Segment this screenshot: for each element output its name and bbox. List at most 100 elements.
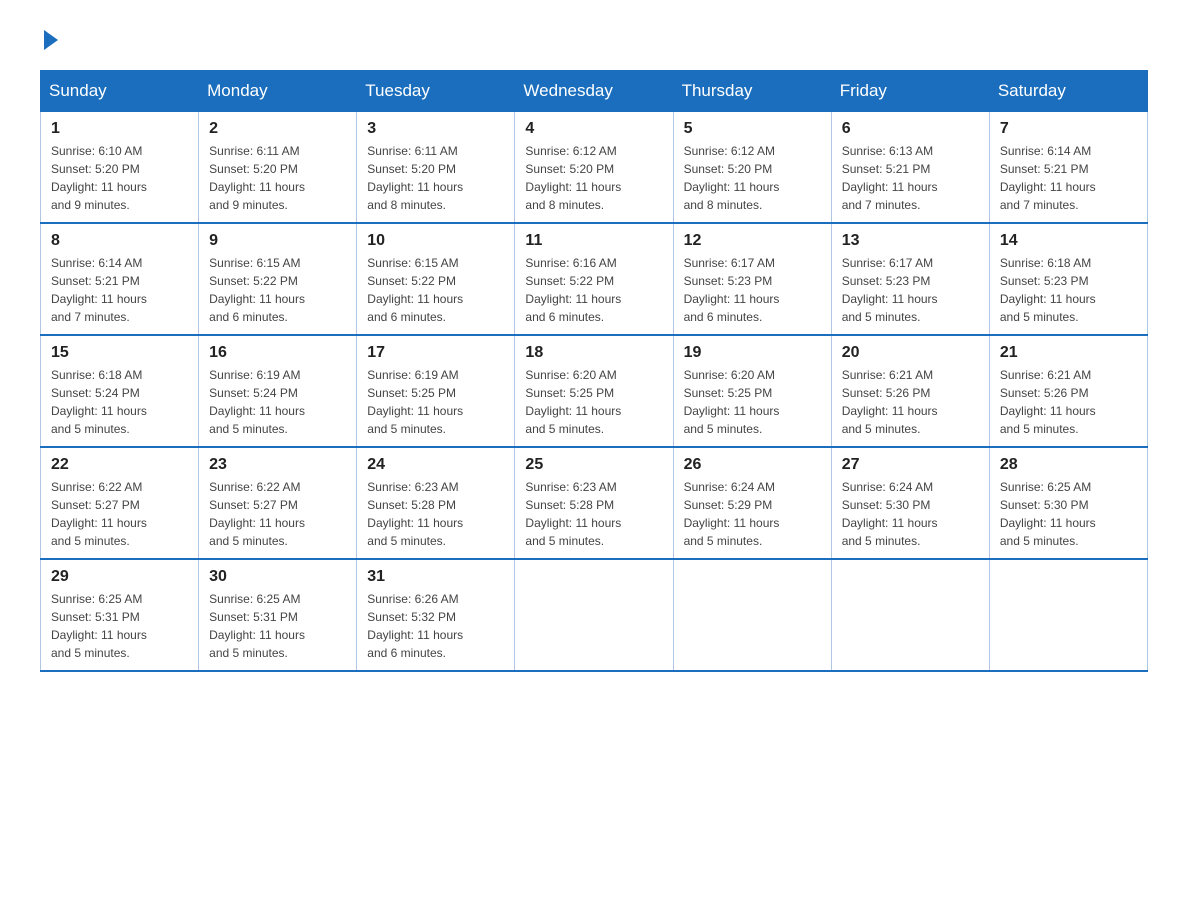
day-number: 21 (1000, 344, 1137, 362)
day-number: 12 (684, 232, 821, 250)
calendar-cell: 23 Sunrise: 6:22 AMSunset: 5:27 PMDaylig… (199, 447, 357, 559)
calendar-cell: 21 Sunrise: 6:21 AMSunset: 5:26 PMDaylig… (989, 335, 1147, 447)
calendar-cell (673, 559, 831, 671)
day-info: Sunrise: 6:22 AMSunset: 5:27 PMDaylight:… (51, 480, 147, 548)
calendar-table: SundayMondayTuesdayWednesdayThursdayFrid… (40, 70, 1148, 672)
day-info: Sunrise: 6:17 AMSunset: 5:23 PMDaylight:… (842, 256, 938, 324)
day-number: 19 (684, 344, 821, 362)
calendar-cell: 6 Sunrise: 6:13 AMSunset: 5:21 PMDayligh… (831, 112, 989, 224)
day-number: 16 (209, 344, 346, 362)
day-number: 9 (209, 232, 346, 250)
calendar-header-saturday: Saturday (989, 71, 1147, 112)
day-number: 4 (525, 120, 662, 138)
day-info: Sunrise: 6:18 AMSunset: 5:24 PMDaylight:… (51, 368, 147, 436)
day-number: 20 (842, 344, 979, 362)
calendar-cell: 28 Sunrise: 6:25 AMSunset: 5:30 PMDaylig… (989, 447, 1147, 559)
day-number: 13 (842, 232, 979, 250)
day-number: 6 (842, 120, 979, 138)
calendar-cell: 10 Sunrise: 6:15 AMSunset: 5:22 PMDaylig… (357, 223, 515, 335)
calendar-cell: 17 Sunrise: 6:19 AMSunset: 5:25 PMDaylig… (357, 335, 515, 447)
calendar-header-friday: Friday (831, 71, 989, 112)
calendar-cell: 8 Sunrise: 6:14 AMSunset: 5:21 PMDayligh… (41, 223, 199, 335)
day-info: Sunrise: 6:15 AMSunset: 5:22 PMDaylight:… (367, 256, 463, 324)
day-number: 15 (51, 344, 188, 362)
calendar-cell: 20 Sunrise: 6:21 AMSunset: 5:26 PMDaylig… (831, 335, 989, 447)
calendar-cell (989, 559, 1147, 671)
calendar-header-thursday: Thursday (673, 71, 831, 112)
day-info: Sunrise: 6:10 AMSunset: 5:20 PMDaylight:… (51, 144, 147, 212)
day-number: 24 (367, 456, 504, 474)
day-info: Sunrise: 6:19 AMSunset: 5:25 PMDaylight:… (367, 368, 463, 436)
calendar-cell: 7 Sunrise: 6:14 AMSunset: 5:21 PMDayligh… (989, 112, 1147, 224)
day-number: 14 (1000, 232, 1137, 250)
calendar-cell (831, 559, 989, 671)
day-info: Sunrise: 6:25 AMSunset: 5:31 PMDaylight:… (51, 592, 147, 660)
day-info: Sunrise: 6:17 AMSunset: 5:23 PMDaylight:… (684, 256, 780, 324)
calendar-cell: 3 Sunrise: 6:11 AMSunset: 5:20 PMDayligh… (357, 112, 515, 224)
day-info: Sunrise: 6:20 AMSunset: 5:25 PMDaylight:… (684, 368, 780, 436)
day-info: Sunrise: 6:21 AMSunset: 5:26 PMDaylight:… (842, 368, 938, 436)
day-info: Sunrise: 6:20 AMSunset: 5:25 PMDaylight:… (525, 368, 621, 436)
day-info: Sunrise: 6:25 AMSunset: 5:30 PMDaylight:… (1000, 480, 1096, 548)
day-info: Sunrise: 6:22 AMSunset: 5:27 PMDaylight:… (209, 480, 305, 548)
day-info: Sunrise: 6:16 AMSunset: 5:22 PMDaylight:… (525, 256, 621, 324)
day-number: 2 (209, 120, 346, 138)
calendar-cell: 14 Sunrise: 6:18 AMSunset: 5:23 PMDaylig… (989, 223, 1147, 335)
calendar-cell: 12 Sunrise: 6:17 AMSunset: 5:23 PMDaylig… (673, 223, 831, 335)
calendar-cell: 24 Sunrise: 6:23 AMSunset: 5:28 PMDaylig… (357, 447, 515, 559)
day-info: Sunrise: 6:12 AMSunset: 5:20 PMDaylight:… (525, 144, 621, 212)
day-info: Sunrise: 6:12 AMSunset: 5:20 PMDaylight:… (684, 144, 780, 212)
calendar-cell: 27 Sunrise: 6:24 AMSunset: 5:30 PMDaylig… (831, 447, 989, 559)
calendar-cell: 5 Sunrise: 6:12 AMSunset: 5:20 PMDayligh… (673, 112, 831, 224)
day-info: Sunrise: 6:11 AMSunset: 5:20 PMDaylight:… (209, 144, 305, 212)
calendar-week-row: 22 Sunrise: 6:22 AMSunset: 5:27 PMDaylig… (41, 447, 1148, 559)
calendar-cell: 4 Sunrise: 6:12 AMSunset: 5:20 PMDayligh… (515, 112, 673, 224)
day-info: Sunrise: 6:11 AMSunset: 5:20 PMDaylight:… (367, 144, 463, 212)
day-number: 3 (367, 120, 504, 138)
calendar-cell: 26 Sunrise: 6:24 AMSunset: 5:29 PMDaylig… (673, 447, 831, 559)
day-number: 25 (525, 456, 662, 474)
calendar-header-sunday: Sunday (41, 71, 199, 112)
day-number: 10 (367, 232, 504, 250)
page-header (40, 30, 1148, 50)
day-info: Sunrise: 6:13 AMSunset: 5:21 PMDaylight:… (842, 144, 938, 212)
calendar-cell: 9 Sunrise: 6:15 AMSunset: 5:22 PMDayligh… (199, 223, 357, 335)
calendar-header-wednesday: Wednesday (515, 71, 673, 112)
calendar-cell: 1 Sunrise: 6:10 AMSunset: 5:20 PMDayligh… (41, 112, 199, 224)
day-number: 8 (51, 232, 188, 250)
day-number: 29 (51, 568, 188, 586)
day-number: 5 (684, 120, 821, 138)
calendar-week-row: 8 Sunrise: 6:14 AMSunset: 5:21 PMDayligh… (41, 223, 1148, 335)
day-number: 23 (209, 456, 346, 474)
day-number: 26 (684, 456, 821, 474)
logo (40, 30, 58, 50)
calendar-cell: 22 Sunrise: 6:22 AMSunset: 5:27 PMDaylig… (41, 447, 199, 559)
calendar-cell: 16 Sunrise: 6:19 AMSunset: 5:24 PMDaylig… (199, 335, 357, 447)
day-number: 18 (525, 344, 662, 362)
calendar-cell: 15 Sunrise: 6:18 AMSunset: 5:24 PMDaylig… (41, 335, 199, 447)
day-info: Sunrise: 6:26 AMSunset: 5:32 PMDaylight:… (367, 592, 463, 660)
day-info: Sunrise: 6:14 AMSunset: 5:21 PMDaylight:… (1000, 144, 1096, 212)
day-number: 17 (367, 344, 504, 362)
calendar-cell: 13 Sunrise: 6:17 AMSunset: 5:23 PMDaylig… (831, 223, 989, 335)
day-info: Sunrise: 6:18 AMSunset: 5:23 PMDaylight:… (1000, 256, 1096, 324)
day-number: 1 (51, 120, 188, 138)
day-info: Sunrise: 6:24 AMSunset: 5:29 PMDaylight:… (684, 480, 780, 548)
calendar-cell: 29 Sunrise: 6:25 AMSunset: 5:31 PMDaylig… (41, 559, 199, 671)
calendar-week-row: 29 Sunrise: 6:25 AMSunset: 5:31 PMDaylig… (41, 559, 1148, 671)
day-info: Sunrise: 6:24 AMSunset: 5:30 PMDaylight:… (842, 480, 938, 548)
day-info: Sunrise: 6:23 AMSunset: 5:28 PMDaylight:… (367, 480, 463, 548)
calendar-header-row: SundayMondayTuesdayWednesdayThursdayFrid… (41, 71, 1148, 112)
day-info: Sunrise: 6:21 AMSunset: 5:26 PMDaylight:… (1000, 368, 1096, 436)
calendar-cell: 25 Sunrise: 6:23 AMSunset: 5:28 PMDaylig… (515, 447, 673, 559)
calendar-header-monday: Monday (199, 71, 357, 112)
day-number: 30 (209, 568, 346, 586)
day-number: 28 (1000, 456, 1137, 474)
day-info: Sunrise: 6:14 AMSunset: 5:21 PMDaylight:… (51, 256, 147, 324)
calendar-week-row: 15 Sunrise: 6:18 AMSunset: 5:24 PMDaylig… (41, 335, 1148, 447)
calendar-cell: 11 Sunrise: 6:16 AMSunset: 5:22 PMDaylig… (515, 223, 673, 335)
day-info: Sunrise: 6:15 AMSunset: 5:22 PMDaylight:… (209, 256, 305, 324)
calendar-cell (515, 559, 673, 671)
day-number: 11 (525, 232, 662, 250)
logo-triangle-icon (44, 30, 58, 50)
